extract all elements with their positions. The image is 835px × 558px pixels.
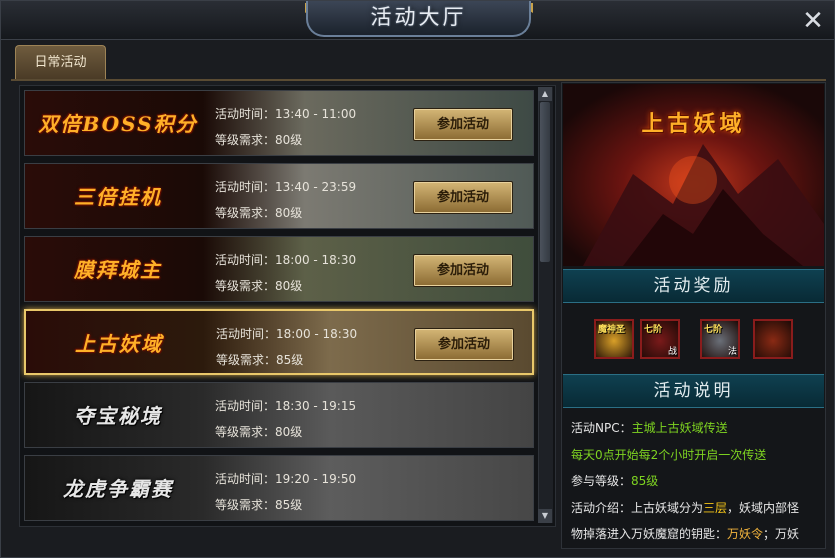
description-text: 万妖令 [727, 527, 764, 541]
rewards-heading: 活动奖励 [563, 269, 824, 303]
activity-name: 上古妖域 [75, 332, 163, 356]
description-text: 三层 [703, 501, 728, 515]
activity-banner: 上古妖域 [563, 84, 824, 266]
description-line: 每天0点开始每2个小时开启一次传送 [571, 446, 766, 463]
title-plate: 活动大厅 [306, 1, 531, 37]
scroll-down-button[interactable]: ▼ [538, 509, 552, 523]
tab-divider [11, 79, 826, 81]
reward-label: 七阶 [704, 325, 723, 335]
description-line: 物掉落进入万妖魔窟的钥匙：万妖令；万妖 [571, 525, 799, 542]
activity-row[interactable]: 上古妖域 活动时间：18:00 - 18:30 等级需求：85级 参加活动 [24, 309, 534, 375]
description-line: 活动介绍：上古妖域分为三层，妖域内部怪 [571, 499, 799, 516]
magic-staff-icon[interactable]: 魔神圣 [594, 319, 634, 359]
activity-list: 双倍BOSS积分 活动时间：13:40 - 11:00 等级需求：80级 参加活动 三倍… [19, 85, 556, 527]
join-activity-button[interactable]: 参加活动 [413, 108, 513, 141]
activity-name: 双倍BOSS积分 [38, 112, 198, 136]
reward-label: 七阶 [644, 325, 663, 335]
activity-time: 活动时间：18:00 - 18:30 [215, 253, 357, 267]
activity-time: 活动时间：18:00 - 18:30 [216, 327, 358, 341]
reward-class-tag: 战 [667, 347, 677, 357]
description-text: ，妖域内部怪 [727, 501, 800, 515]
activity-name: 龙虎争霸赛 [63, 477, 173, 501]
window-title: 活动大厅 [370, 5, 467, 29]
reward-class-tag: 法 [727, 347, 737, 357]
activity-row[interactable]: 夺宝秘境 活动时间：18:30 - 19:15 等级需求：80级 [24, 382, 534, 448]
description-text: 活动介绍：上古妖域分为 [571, 501, 704, 515]
description-text: 85级 [631, 474, 659, 488]
activity-level-requirement: 等级需求：85级 [216, 353, 304, 367]
activity-level-requirement: 等级需求：80级 [215, 133, 303, 147]
activity-name: 夺宝秘境 [74, 404, 162, 428]
join-activity-button[interactable]: 参加活动 [414, 328, 514, 361]
description-line: 参与等级：85级 [571, 472, 658, 489]
activity-row[interactable]: 双倍BOSS积分 活动时间：13:40 - 11:00 等级需求：80级 参加活动 [24, 90, 534, 156]
skill-book-icon[interactable] [753, 319, 793, 359]
activity-name: 三倍挂机 [74, 185, 162, 209]
close-icon[interactable]: ✕ [798, 8, 828, 36]
reward-label: 魔神圣 [598, 325, 626, 335]
scrollbar-thumb[interactable] [540, 102, 550, 262]
sword-icon[interactable]: 七阶战 [640, 319, 680, 359]
armor-icon[interactable]: 七阶法 [700, 319, 740, 359]
activity-row[interactable]: 龙虎争霸赛 活动时间：19:20 - 19:50 等级需求：85级 [24, 455, 534, 521]
activity-time: 活动时间：13:40 - 23:59 [215, 180, 357, 194]
description-text: 物掉落进入万妖魔窟的钥匙： [571, 527, 728, 541]
description-text: 参与等级： [571, 474, 632, 488]
description-text: 每天0点开始每2个小时开启一次传送 [571, 448, 767, 462]
activity-level-requirement: 等级需求：80级 [215, 206, 303, 220]
activity-time: 活动时间：19:20 - 19:50 [215, 472, 357, 486]
activity-level-requirement: 等级需求：85级 [215, 498, 303, 512]
scroll-up-button[interactable]: ▲ [538, 87, 552, 101]
activity-time: 活动时间：18:30 - 19:15 [215, 399, 357, 413]
activity-name: 膜拜城主 [74, 258, 162, 282]
activity-level-requirement: 等级需求：80级 [215, 279, 303, 293]
activity-level-requirement: 等级需求：80级 [215, 425, 303, 439]
tab-daily-activities[interactable]: 日常活动 [15, 45, 106, 79]
description-text: 主城上古妖域传送 [631, 421, 728, 435]
join-activity-button[interactable]: 参加活动 [413, 181, 513, 214]
join-activity-button[interactable]: 参加活动 [413, 254, 513, 287]
activity-time: 活动时间：13:40 - 11:00 [215, 107, 357, 121]
description-text: 活动NPC： [571, 421, 632, 435]
banner-title: 上古妖域 [641, 111, 746, 137]
description-heading: 活动说明 [563, 374, 824, 408]
activity-row[interactable]: 膜拜城主 活动时间：18:00 - 18:30 等级需求：80级 参加活动 [24, 236, 534, 302]
description-line: 活动NPC：主城上古妖域传送 [571, 419, 728, 436]
description-text: ；万妖 [763, 527, 800, 541]
activity-hall-window: 活动大厅 ✕ 日常活动 双倍BOSS积分 活动时间：13:40 - 11:00 等级… [0, 0, 835, 558]
activity-row[interactable]: 三倍挂机 活动时间：13:40 - 23:59 等级需求：80级 参加活动 [24, 163, 534, 229]
